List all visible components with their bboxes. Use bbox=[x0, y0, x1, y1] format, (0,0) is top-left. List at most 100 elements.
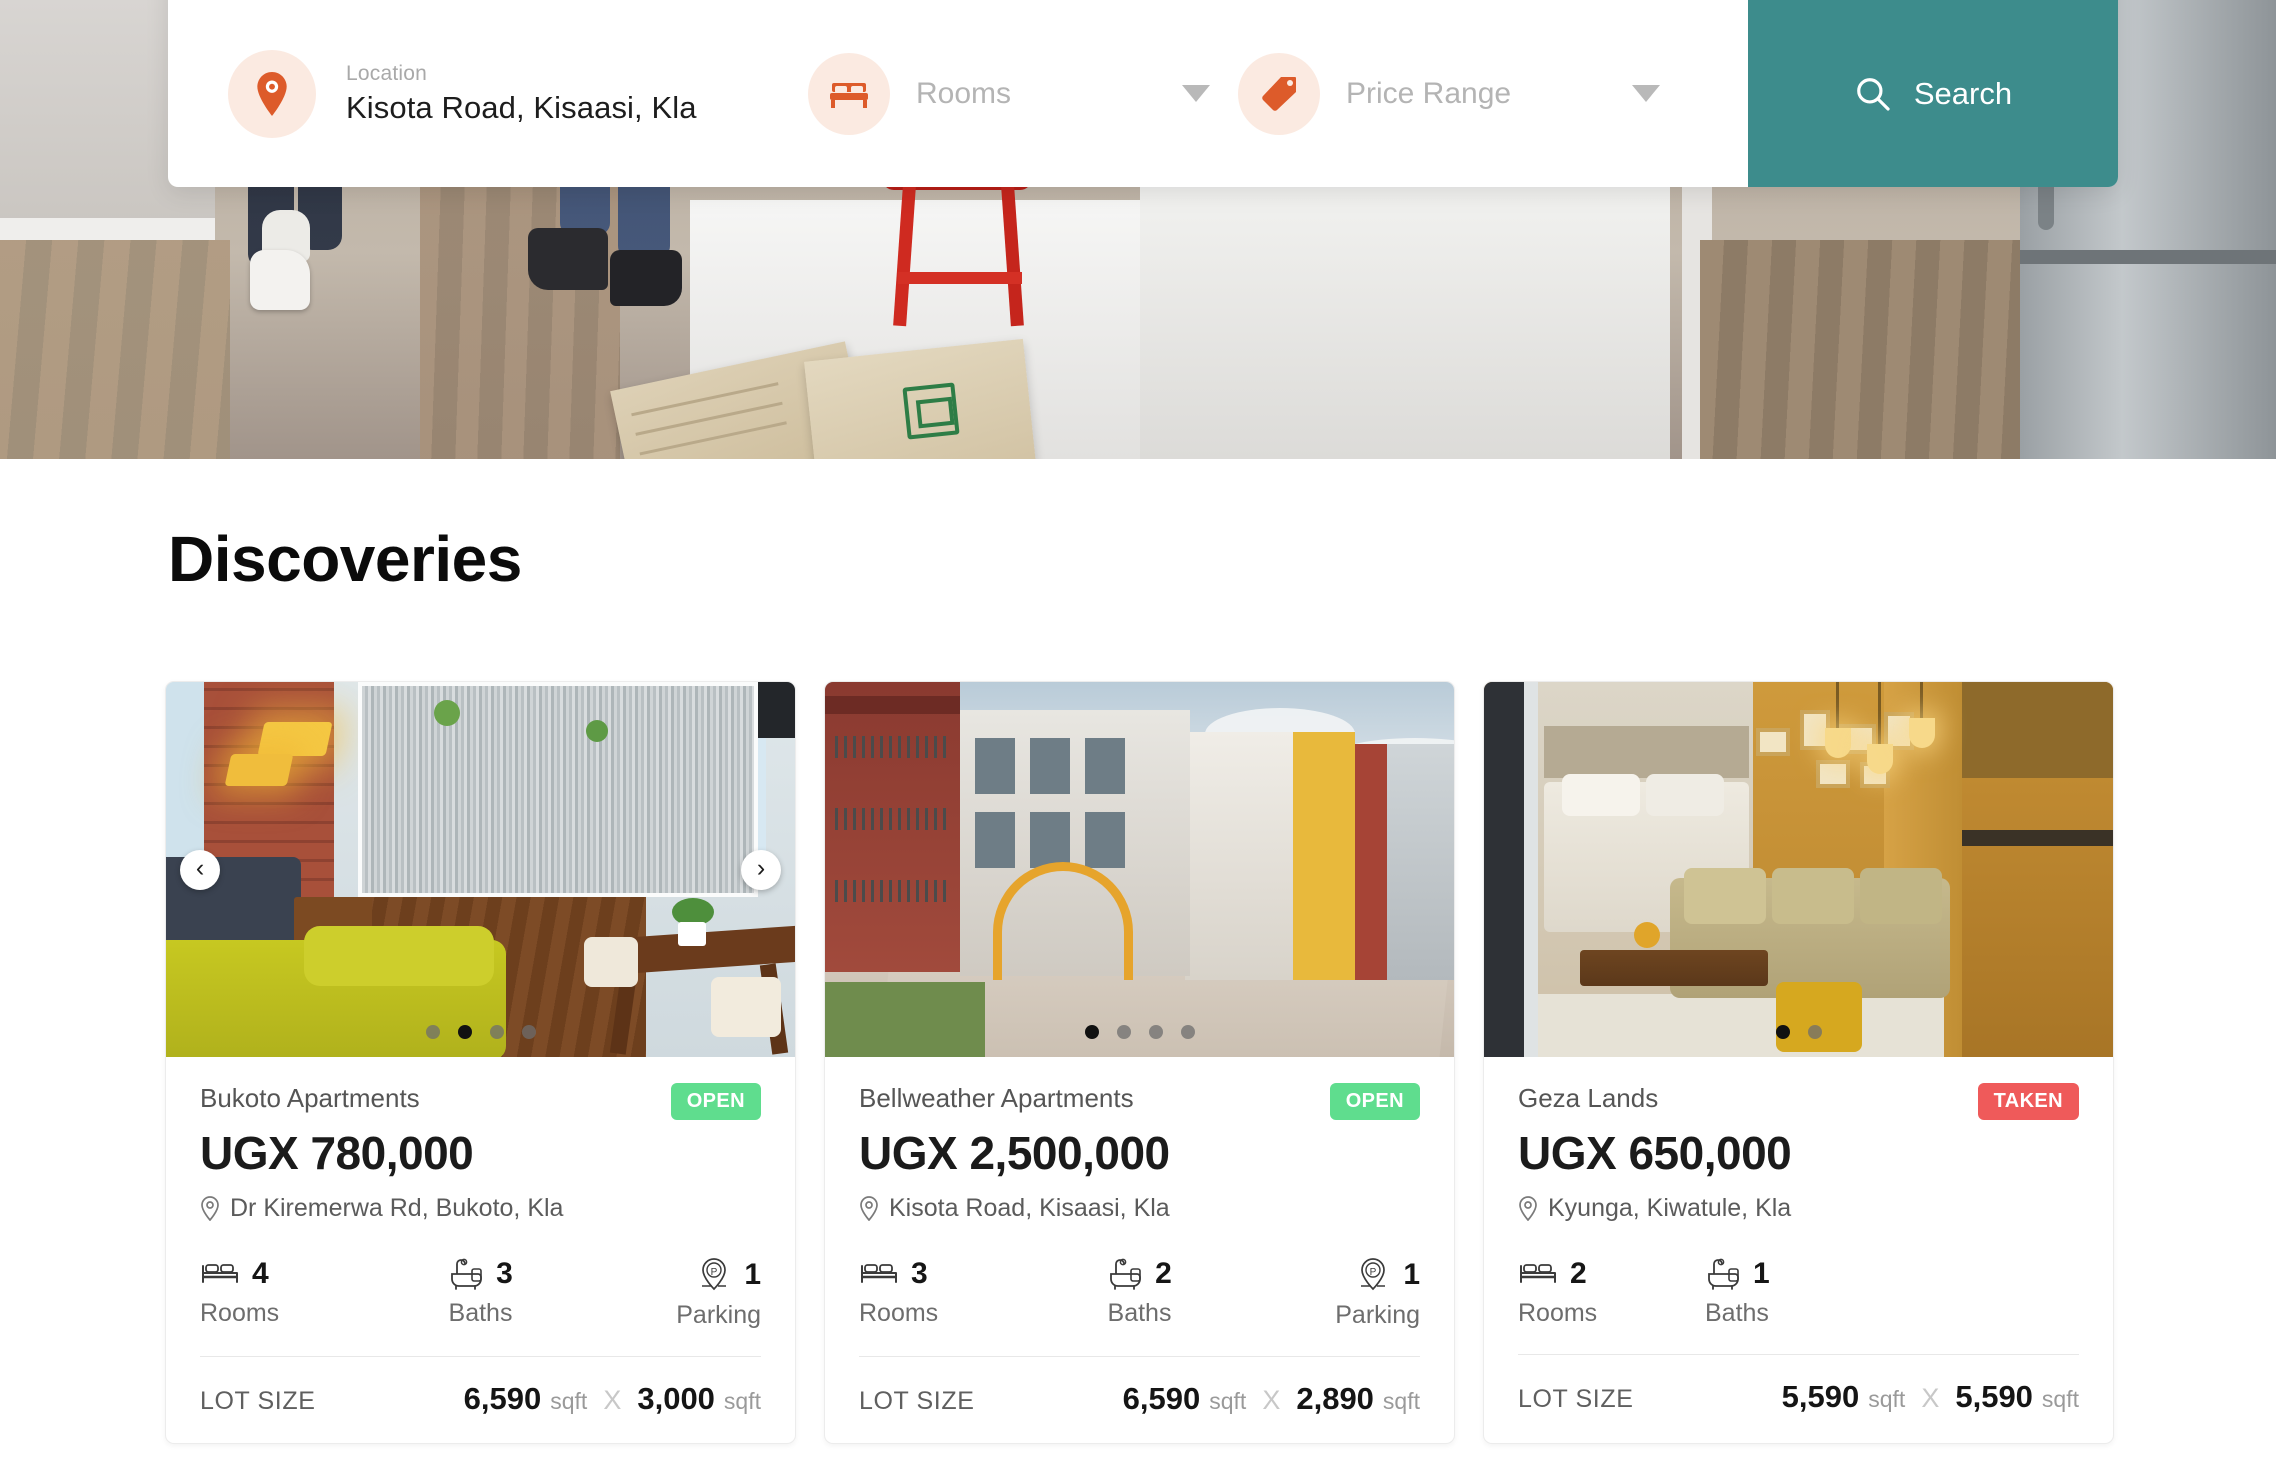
property-price: UGX 2,500,000 bbox=[859, 1127, 1170, 1179]
spec-rooms-label: Rooms bbox=[1518, 1299, 1598, 1327]
carousel-dot[interactable] bbox=[1148, 1025, 1163, 1039]
property-specs: 3 Rooms 2 Baths P 1 Parking bbox=[859, 1257, 1420, 1330]
svg-text:P: P bbox=[711, 1267, 718, 1278]
hero-banner: Location Kisota Road, Kisaasi, Kla Rooms… bbox=[0, 0, 2276, 459]
lot-size-label: LOT SIZE bbox=[1518, 1385, 1634, 1413]
bed-icon bbox=[1520, 1264, 1556, 1283]
property-name: Geza Lands bbox=[1518, 1083, 1659, 1113]
spec-baths-value: 1 bbox=[1753, 1257, 1770, 1290]
map-pin-icon bbox=[1519, 1196, 1537, 1221]
rooms-dropdown[interactable]: Rooms bbox=[808, 0, 1238, 187]
search-bar: Location Kisota Road, Kisaasi, Kla Rooms… bbox=[168, 0, 2118, 187]
spec-rooms: 3 Rooms bbox=[859, 1257, 1046, 1330]
lot-times-symbol: X bbox=[1921, 1383, 1940, 1413]
lot-height-value: 3,000 bbox=[637, 1381, 715, 1416]
map-pin-icon bbox=[201, 1196, 219, 1221]
carousel-dot[interactable] bbox=[457, 1025, 472, 1039]
bed-icon bbox=[202, 1264, 238, 1283]
card-image-carousel[interactable]: ‹ › bbox=[166, 682, 795, 1057]
carousel-dot[interactable] bbox=[1775, 1025, 1790, 1039]
lot-size-row: LOT SIZE 6,590 sqft X 3,000 sqft bbox=[200, 1357, 761, 1443]
spec-baths-label: Baths bbox=[1705, 1299, 1769, 1327]
status-badge: TAKEN bbox=[1977, 1083, 2079, 1120]
carousel-dot[interactable] bbox=[1084, 1025, 1099, 1039]
spec-baths-label: Baths bbox=[448, 1299, 513, 1327]
spec-parking-value: 1 bbox=[1403, 1258, 1420, 1291]
card-image-carousel[interactable] bbox=[825, 682, 1454, 1057]
property-photo bbox=[166, 682, 795, 1057]
carousel-dot[interactable] bbox=[489, 1025, 504, 1039]
lot-height-value: 5,590 bbox=[1955, 1379, 2033, 1414]
chevron-left-icon: ‹ bbox=[195, 853, 205, 882]
search-button-label: Search bbox=[1913, 75, 2013, 111]
map-pin-icon bbox=[228, 49, 316, 138]
carousel-dot[interactable] bbox=[521, 1025, 536, 1039]
spec-baths: 1 Baths bbox=[1705, 1257, 1892, 1328]
property-name: Bellweather Apartments bbox=[859, 1083, 1134, 1113]
spec-parking: P 1 Parking bbox=[574, 1257, 761, 1330]
carousel-dot[interactable] bbox=[1180, 1025, 1195, 1039]
spec-baths-value: 3 bbox=[496, 1257, 513, 1290]
property-photo bbox=[825, 682, 1454, 1057]
property-address: Kisota Road, Kisaasi, Kla bbox=[859, 1194, 1420, 1223]
chevron-right-icon: › bbox=[756, 853, 766, 882]
lot-height-unit: sqft bbox=[723, 1388, 761, 1414]
carousel-dot[interactable] bbox=[1807, 1025, 1822, 1039]
property-specs: 4 Rooms 3 Baths P 1 Parking bbox=[200, 1257, 761, 1330]
location-field[interactable]: Location Kisota Road, Kisaasi, Kla bbox=[168, 0, 808, 187]
spec-rooms-value: 2 bbox=[1570, 1257, 1587, 1290]
lot-size-label: LOT SIZE bbox=[859, 1387, 975, 1415]
property-address-text: Kisota Road, Kisaasi, Kla bbox=[889, 1194, 1170, 1222]
property-price: UGX 650,000 bbox=[1518, 1127, 1792, 1179]
carousel-next-button[interactable]: › bbox=[741, 849, 781, 890]
page-title: Discoveries bbox=[168, 523, 522, 595]
property-photo bbox=[1484, 682, 2113, 1057]
property-address-text: Kyunga, Kiwatule, Kla bbox=[1548, 1194, 1792, 1222]
parking-pin-icon: P bbox=[1361, 1258, 1386, 1291]
property-card[interactable]: ‹ › Bukoto Apartments OPEN UGX 780,000 D… bbox=[165, 681, 796, 1444]
price-range-dropdown[interactable]: Price Range bbox=[1238, 0, 1688, 187]
card-image-carousel[interactable] bbox=[1484, 682, 2113, 1057]
carousel-dot[interactable] bbox=[425, 1025, 440, 1039]
lot-times-symbol: X bbox=[1262, 1385, 1281, 1415]
parking-pin-icon: P bbox=[702, 1258, 727, 1291]
discoveries-section: Discoveries ‹ › Bukoto Apartments OPEN U… bbox=[0, 459, 2276, 1444]
search-icon bbox=[1857, 77, 1890, 111]
property-address: Kyunga, Kiwatule, Kla bbox=[1518, 1194, 2079, 1223]
bathtub-icon bbox=[1110, 1258, 1142, 1290]
property-card[interactable]: Geza Lands TAKEN UGX 650,000 Kyunga, Kiw… bbox=[1483, 681, 2114, 1444]
spec-baths: 3 Baths bbox=[387, 1257, 574, 1330]
bathtub-icon bbox=[1708, 1258, 1739, 1290]
location-label: Location bbox=[346, 61, 427, 85]
bed-icon bbox=[808, 52, 890, 135]
search-button[interactable]: Search bbox=[1748, 0, 2118, 187]
chevron-down-icon[interactable] bbox=[1182, 85, 1210, 102]
lot-width-unit: sqft bbox=[1209, 1388, 1247, 1414]
rooms-placeholder: Rooms bbox=[916, 76, 1012, 110]
lot-width-unit: sqft bbox=[1868, 1386, 1906, 1412]
lot-width-value: 6,590 bbox=[463, 1381, 542, 1416]
spec-parking-label: Parking bbox=[676, 1301, 761, 1329]
carousel-dot[interactable] bbox=[1116, 1025, 1131, 1039]
carousel-dots[interactable] bbox=[1084, 1025, 1195, 1039]
spec-parking: P 1 Parking bbox=[1233, 1257, 1420, 1330]
carousel-dots[interactable] bbox=[1775, 1025, 1822, 1039]
carousel-dots[interactable] bbox=[425, 1025, 536, 1039]
carousel-prev-button[interactable]: ‹ bbox=[180, 849, 220, 890]
spec-parking-label: Parking bbox=[1335, 1301, 1420, 1329]
property-name: Bukoto Apartments bbox=[200, 1083, 420, 1113]
lot-height-unit: sqft bbox=[1382, 1388, 1420, 1414]
property-card[interactable]: Bellweather Apartments OPEN UGX 2,500,00… bbox=[824, 681, 1455, 1444]
lot-height-unit: sqft bbox=[2041, 1386, 2079, 1412]
lot-width-value: 5,590 bbox=[1781, 1379, 1860, 1414]
spec-rooms: 4 Rooms bbox=[200, 1257, 387, 1330]
property-price: UGX 780,000 bbox=[200, 1127, 474, 1179]
spec-rooms: 2 Rooms bbox=[1518, 1257, 1705, 1328]
bed-icon bbox=[861, 1264, 897, 1283]
lot-size-row: LOT SIZE 6,590 sqft X 2,890 sqft bbox=[859, 1357, 1420, 1443]
price-placeholder: Price Range bbox=[1346, 76, 1512, 110]
lot-width-unit: sqft bbox=[550, 1388, 588, 1414]
spec-empty bbox=[1892, 1257, 2079, 1328]
chevron-down-icon[interactable] bbox=[1632, 85, 1660, 102]
spec-baths-value: 2 bbox=[1155, 1257, 1172, 1290]
